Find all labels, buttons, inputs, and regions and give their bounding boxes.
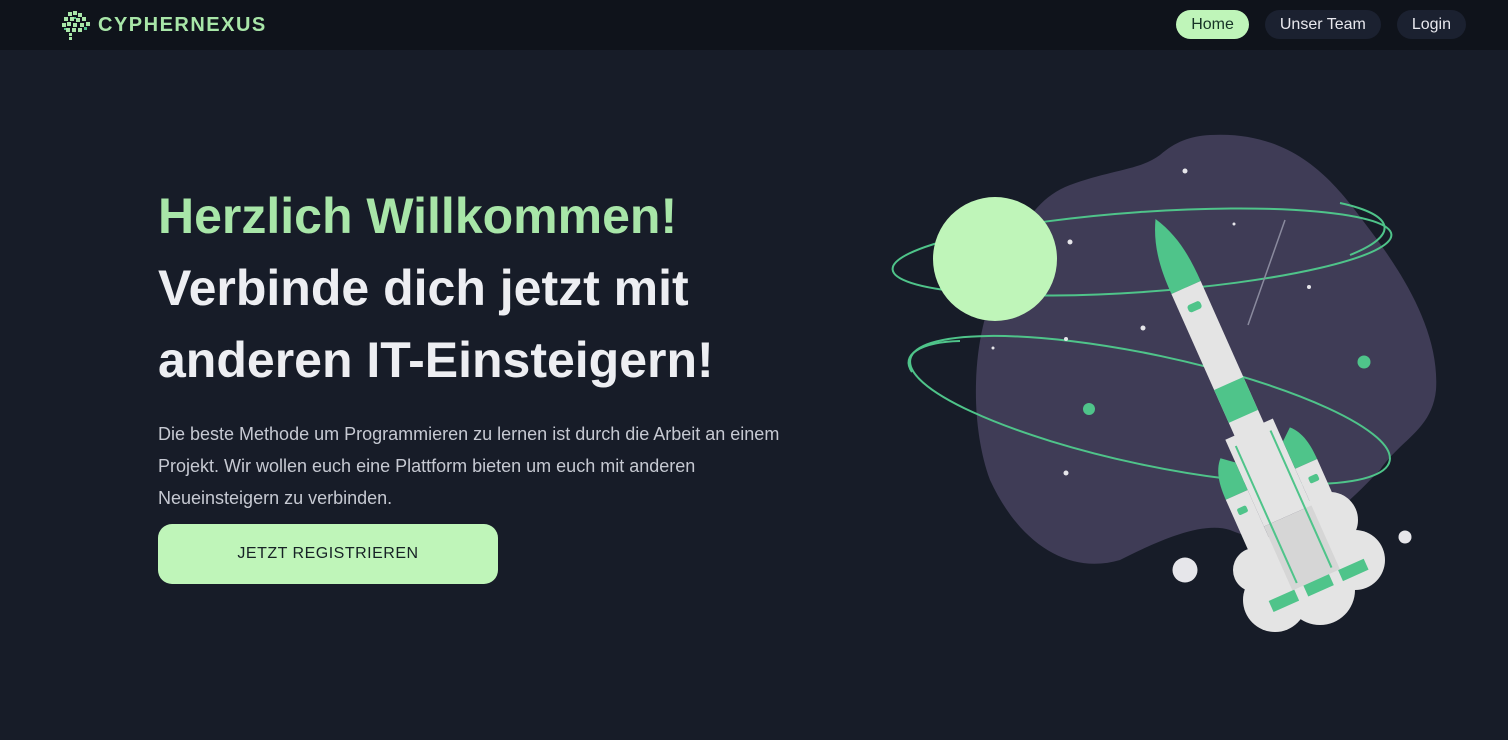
brand-logo[interactable]: CYPHERNEXUS: [60, 10, 267, 40]
nav-home-link[interactable]: Home: [1176, 10, 1249, 39]
rocket-planet-illustration: [880, 120, 1460, 655]
hero-section: Herzlich Willkommen! Verbinde dich jetzt…: [158, 180, 838, 514]
brain-pixel-icon: [62, 11, 90, 40]
nav-links: Home Unser Team Login: [1160, 10, 1466, 39]
top-navbar: CYPHERNEXUS Home Unser Team Login: [0, 0, 1508, 50]
hero-greeting: Herzlich Willkommen!: [158, 188, 678, 244]
hero-headline-line1: Verbinde dich jetzt mit: [158, 260, 689, 316]
nav-login-link[interactable]: Login: [1396, 10, 1466, 39]
hero-headline-line2: anderen IT-Einsteigern!: [158, 332, 714, 388]
nav-team-link[interactable]: Unser Team: [1264, 10, 1381, 39]
hero-description: Die beste Methode um Programmieren zu le…: [158, 424, 780, 508]
register-button[interactable]: JETZT REGISTRIEREN: [158, 524, 498, 584]
planet-icon: [933, 197, 1057, 321]
brand-name: CYPHERNEXUS: [98, 13, 267, 36]
